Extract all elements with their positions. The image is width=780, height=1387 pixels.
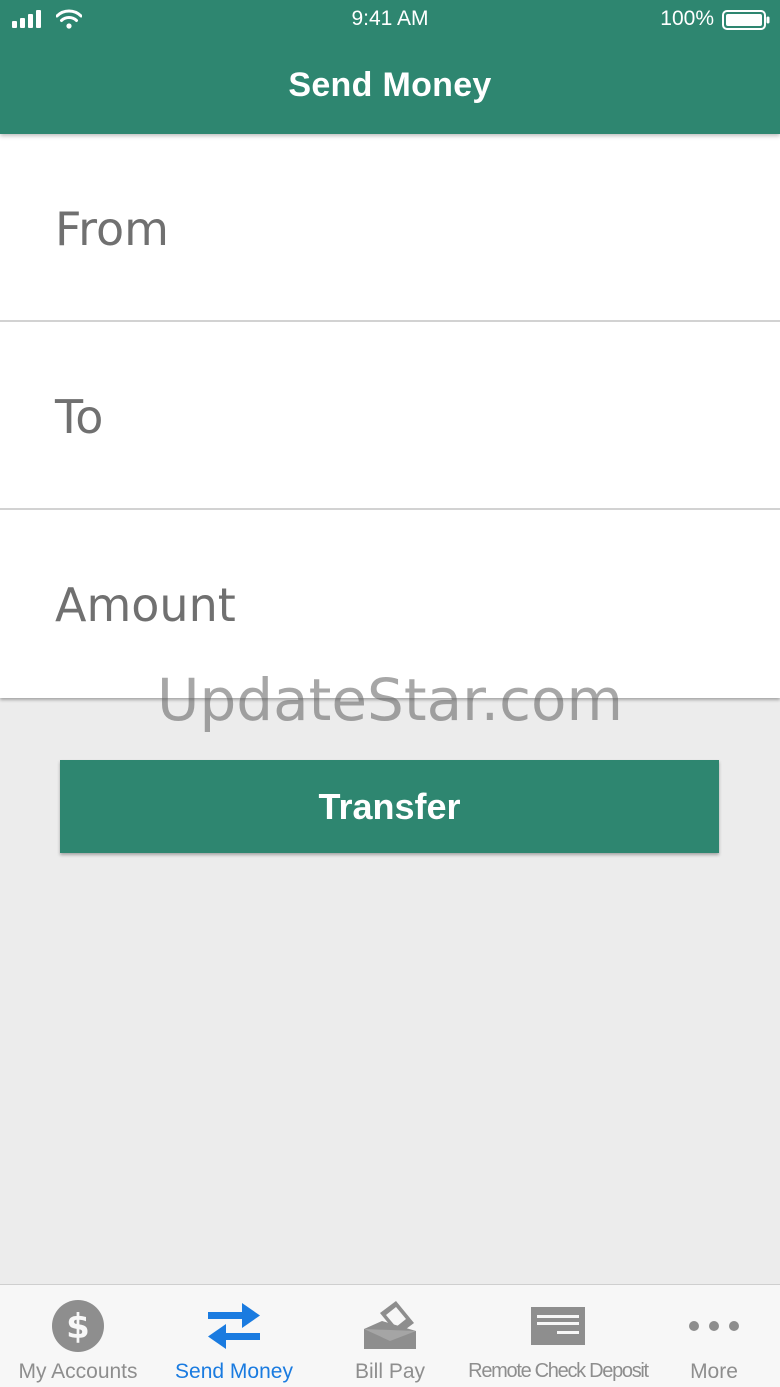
dollar-circle-icon: $ [52,1300,104,1352]
page-title: Send Money [288,66,492,104]
transfer-form: From To Amount [0,134,780,698]
tab-label-bill-pay: Bill Pay [354,1360,426,1383]
to-label: To [55,390,104,444]
tab-bill-pay[interactable]: Bill Pay [312,1285,468,1387]
tab-label-remote-check-deposit: Remote Check Deposit [468,1360,649,1382]
tab-label-more: More [690,1360,738,1383]
check-icon [531,1307,585,1345]
transfer-arrows-icon [208,1303,260,1349]
tab-label-my-accounts: My Accounts [18,1360,138,1383]
tab-my-accounts[interactable]: $ My Accounts [0,1285,156,1387]
amount-label: Amount [55,578,236,632]
tab-bar: $ My Accounts Send Money Bill Pay Remote… [0,1284,780,1387]
header-bar: 9:41 AM 100% Send Money [0,0,780,134]
to-field[interactable]: To [0,322,780,510]
from-label: From [55,202,169,256]
more-dots-icon [689,1321,739,1331]
send-money-screen: 9:41 AM 100% Send Money From To Amount U… [0,0,780,1387]
transfer-button[interactable]: Transfer [60,760,719,853]
svg-text:$: $ [66,1307,90,1347]
bill-pay-icon [364,1301,416,1349]
from-field[interactable]: From [0,134,780,322]
tab-more[interactable]: More [648,1285,780,1387]
battery-icon [722,10,770,30]
tab-remote-check-deposit[interactable]: Remote Check Deposit [468,1285,649,1387]
battery-percent: 100% [660,7,714,30]
status-bar: 9:41 AM 100% [0,0,780,40]
tab-send-money[interactable]: Send Money [156,1285,312,1387]
amount-field[interactable]: Amount [0,510,780,698]
tab-label-send-money: Send Money [175,1360,293,1383]
